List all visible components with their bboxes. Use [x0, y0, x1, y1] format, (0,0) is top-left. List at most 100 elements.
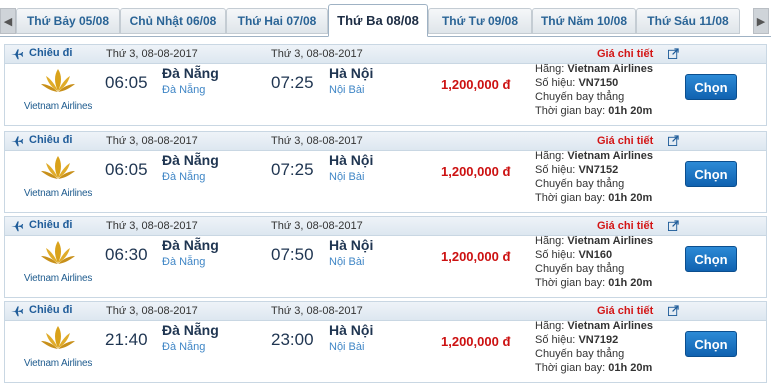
price-detail-link[interactable]: Giá chi tiết: [597, 48, 653, 60]
airline-logo: Vietnam Airlines: [13, 67, 103, 119]
airline-info: Hãng: Vietnam Airlines: [535, 320, 653, 332]
arrival-date: Thứ 3, 08-08-2017: [271, 220, 363, 232]
airline-name: Vietnam Airlines: [567, 235, 654, 247]
departure-airport: Đà Nẵng: [162, 256, 206, 268]
arrival-city: Hà Nội: [329, 322, 374, 338]
departure-time: 06:05: [105, 73, 148, 92]
tab-date[interactable]: Thứ Bảy 05/08: [16, 8, 120, 34]
duration-label: Thời gian bay:: [535, 192, 606, 204]
arrival-time: 07:25: [271, 160, 314, 179]
duration-label: Thời gian bay:: [535, 362, 606, 374]
airline-info: Hãng: Vietnam Airlines: [535, 235, 653, 247]
airline-info-label: Hãng:: [535, 235, 565, 247]
flight-type: Chuyến bay thẳng: [535, 348, 625, 360]
ticket-price: 1,200,000 đ: [441, 334, 511, 349]
airplane-icon: [11, 136, 24, 147]
flight-number-info: Số hiệu: VN7192: [535, 334, 618, 346]
arrival-airport: Nội Bài: [329, 171, 365, 183]
airline-logo: Vietnam Airlines: [13, 154, 103, 206]
flight-number: VN160: [578, 249, 613, 261]
departure-city: Đà Nẵng: [162, 152, 219, 168]
departure-date: Thứ 3, 08-08-2017: [106, 135, 198, 147]
ticket-price: 1,200,000 đ: [441, 164, 511, 179]
flight-duration: 01h 20m: [608, 277, 653, 289]
airline-info-label: Hãng:: [535, 320, 565, 332]
arrival-airport: Nội Bài: [329, 256, 365, 268]
flight-duration: 01h 20m: [608, 105, 653, 117]
select-flight-button[interactable]: Chọn: [685, 161, 737, 187]
ticket-price: 1,200,000 đ: [441, 77, 511, 92]
airplane-icon: [11, 49, 24, 60]
departure-time: 06:30: [105, 245, 148, 264]
chevron-left-icon[interactable]: ◀: [0, 8, 16, 34]
tab-date-active[interactable]: Thứ Ba 08/08: [328, 4, 428, 37]
flight-number-info: Số hiệu: VN7150: [535, 77, 618, 89]
flight-header: Chiêu đi Thứ 3, 08-08-2017 Thứ 3, 08-08-…: [5, 45, 766, 64]
airline-logo-text: Vietnam Airlines: [23, 358, 93, 369]
select-flight-button[interactable]: Chọn: [685, 74, 737, 100]
arrival-date: Thứ 3, 08-08-2017: [271, 48, 363, 60]
flight-row: Chiêu đi Thứ 3, 08-08-2017 Thứ 3, 08-08-…: [4, 301, 767, 383]
departure-airport: Đà Nẵng: [162, 171, 206, 183]
select-flight-button[interactable]: Chọn: [685, 331, 737, 357]
departure-date: Thứ 3, 08-08-2017: [106, 305, 198, 317]
airline-name: Vietnam Airlines: [567, 150, 654, 162]
departure-time: 21:40: [105, 330, 148, 349]
flight-header: Chiêu đi Thứ 3, 08-08-2017 Thứ 3, 08-08-…: [5, 217, 766, 236]
chevron-right-icon[interactable]: ▶: [753, 8, 769, 34]
airline-name: Vietnam Airlines: [567, 63, 654, 75]
price-detail-link[interactable]: Giá chi tiết: [597, 135, 653, 147]
flight-header: Chiêu đi Thứ 3, 08-08-2017 Thứ 3, 08-08-…: [5, 302, 766, 321]
lotus-icon: [41, 156, 75, 179]
tab-date[interactable]: Thứ Hai 07/08: [226, 8, 328, 34]
arrival-city: Hà Nội: [329, 152, 374, 168]
flight-number-label: Số hiệu:: [535, 334, 576, 346]
tab-date[interactable]: Thứ Sáu 11/08: [636, 8, 740, 34]
airline-info-label: Hãng:: [535, 63, 565, 75]
flight-number-label: Số hiệu:: [535, 164, 576, 176]
flight-number-info: Số hiệu: VN7152: [535, 164, 618, 176]
tab-date[interactable]: Chủ Nhật 06/08: [120, 8, 226, 34]
price-detail-link[interactable]: Giá chi tiết: [597, 220, 653, 232]
departure-time: 06:05: [105, 160, 148, 179]
lotus-icon: [41, 241, 75, 264]
airline-name: Vietnam Airlines: [567, 320, 654, 332]
airline-info: Hãng: Vietnam Airlines: [535, 150, 653, 162]
arrival-city: Hà Nội: [329, 237, 374, 253]
flight-duration: 01h 20m: [608, 192, 653, 204]
departure-date: Thứ 3, 08-08-2017: [106, 48, 198, 60]
arrival-time: 07:25: [271, 73, 314, 92]
external-link-icon[interactable]: [668, 48, 679, 59]
external-link-icon[interactable]: [668, 305, 679, 316]
duration-info: Thời gian bay: 01h 20m: [535, 192, 652, 204]
tab-date[interactable]: Thứ Tư 09/08: [428, 8, 532, 34]
price-detail-link[interactable]: Giá chi tiết: [597, 305, 653, 317]
ticket-price: 1,200,000 đ: [441, 249, 511, 264]
arrival-time: 23:00: [271, 330, 314, 349]
lotus-icon: [41, 326, 75, 349]
date-tabs: ◀ Thứ Bảy 05/08 Chủ Nhật 06/08 Thứ Hai 0…: [0, 0, 771, 42]
flight-type: Chuyến bay thẳng: [535, 263, 625, 275]
flight-header: Chiêu đi Thứ 3, 08-08-2017 Thứ 3, 08-08-…: [5, 132, 766, 151]
external-link-icon[interactable]: [668, 135, 679, 146]
select-flight-button[interactable]: Chọn: [685, 246, 737, 272]
duration-info: Thời gian bay: 01h 20m: [535, 362, 652, 374]
duration-label: Thời gian bay:: [535, 277, 606, 289]
flight-row: Chiêu đi Thứ 3, 08-08-2017 Thứ 3, 08-08-…: [4, 44, 767, 126]
departure-date: Thứ 3, 08-08-2017: [106, 220, 198, 232]
flight-duration: 01h 20m: [608, 362, 653, 374]
duration-info: Thời gian bay: 01h 20m: [535, 277, 652, 289]
flight-row: Chiêu đi Thứ 3, 08-08-2017 Thứ 3, 08-08-…: [4, 131, 767, 213]
departure-airport: Đà Nẵng: [162, 84, 206, 96]
duration-info: Thời gian bay: 01h 20m: [535, 105, 652, 117]
external-link-icon[interactable]: [668, 220, 679, 231]
arrival-date: Thứ 3, 08-08-2017: [271, 135, 363, 147]
tab-date[interactable]: Thứ Năm 10/08: [532, 8, 636, 34]
arrival-airport: Nội Bài: [329, 84, 365, 96]
arrival-city: Hà Nội: [329, 65, 374, 81]
direction-label: Chiêu đi: [29, 47, 73, 59]
direction-label: Chiêu đi: [29, 134, 73, 146]
arrival-airport: Nội Bài: [329, 341, 365, 353]
direction-label: Chiêu đi: [29, 304, 73, 316]
flight-number: VN7192: [578, 334, 619, 346]
